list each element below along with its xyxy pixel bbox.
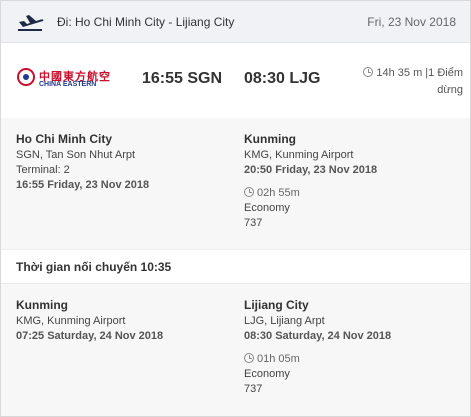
destination-airport: KMG, Kunming Airport — [244, 149, 354, 161]
summary-duration: 14h 35 m |1 Điểm dừng — [359, 65, 463, 99]
origin-terminal: Terminal: 2 — [16, 164, 70, 176]
itinerary-header: Đi: Ho Chi Minh City - Lijiang City Fri,… — [1, 1, 470, 43]
flight-summary: 中國東方航空 CHINA EASTERN 16:55 SGN 08:30 LJG… — [1, 44, 470, 117]
airline-logo: 中國東方航空 CHINA EASTERN — [17, 68, 110, 90]
origin-datetime: 16:55 Friday, 23 Nov 2018 — [16, 179, 150, 191]
layover-time: Thời gian nối chuyến 10:35 — [16, 260, 172, 274]
origin-airport: SGN, Tan Son Nhut Arpt — [16, 149, 136, 161]
segment-duration-text: 02h 55m — [257, 187, 300, 199]
origin-city: Kunming — [16, 298, 68, 312]
aircraft-type: 737 — [244, 217, 263, 229]
summary-arrival: 08:30 LJG — [244, 70, 321, 87]
origin-airport: KMG, Kunming Airport — [16, 315, 126, 327]
route-title: Đi: Ho Chi Minh City - Lijiang City — [57, 15, 235, 29]
destination-airport: LJG, Lijiang Arpt — [244, 315, 325, 327]
flight-itinerary-card: Đi: Ho Chi Minh City - Lijiang City Fri,… — [0, 0, 471, 417]
destination-city: Kunming — [244, 132, 296, 146]
flight-segment-1: Ho Chi Minh City SGN, Tan Son Nhut Arpt … — [1, 118, 470, 249]
segment-2-destination: Lijiang City LJG, Lijiang Arpt 08:30 Sat… — [244, 296, 391, 397]
origin-datetime: 07:25 Saturday, 24 Nov 2018 — [16, 330, 164, 342]
flight-segment-2: Kunming KMG, Kunming Airport 07:25 Satur… — [1, 284, 470, 416]
departure-date: Fri, 23 Nov 2018 — [367, 15, 456, 29]
airline-logo-mark — [17, 68, 35, 86]
destination-city: Lijiang City — [244, 298, 309, 312]
origin-city: Ho Chi Minh City — [16, 132, 112, 146]
cabin-class: Economy — [244, 202, 290, 214]
clock-icon — [244, 353, 254, 363]
airline-logo-english: CHINA EASTERN — [39, 81, 97, 88]
segment-duration: 02h 55m — [244, 186, 377, 201]
clock-icon — [363, 67, 374, 77]
aircraft-type: 737 — [244, 383, 263, 395]
summary-departure: 16:55 SGN — [142, 70, 223, 87]
plane-departure-icon — [18, 15, 44, 31]
clock-icon — [244, 187, 254, 197]
layover-bar: Thời gian nối chuyến 10:35 — [1, 249, 470, 284]
cabin-class: Economy — [244, 368, 290, 380]
segment-1-origin: Ho Chi Minh City SGN, Tan Son Nhut Arpt … — [16, 130, 149, 193]
destination-datetime: 08:30 Saturday, 24 Nov 2018 — [244, 330, 392, 342]
segment-duration-text: 01h 05m — [257, 353, 300, 365]
segment-duration: 01h 05m — [244, 352, 391, 367]
segment-2-origin: Kunming KMG, Kunming Airport 07:25 Satur… — [16, 296, 163, 344]
summary-duration-text: 14h 35 m |1 Điểm dừng — [376, 67, 463, 96]
segment-1-destination: Kunming KMG, Kunming Airport 20:50 Frida… — [244, 130, 377, 231]
destination-datetime: 20:50 Friday, 23 Nov 2018 — [244, 164, 378, 176]
